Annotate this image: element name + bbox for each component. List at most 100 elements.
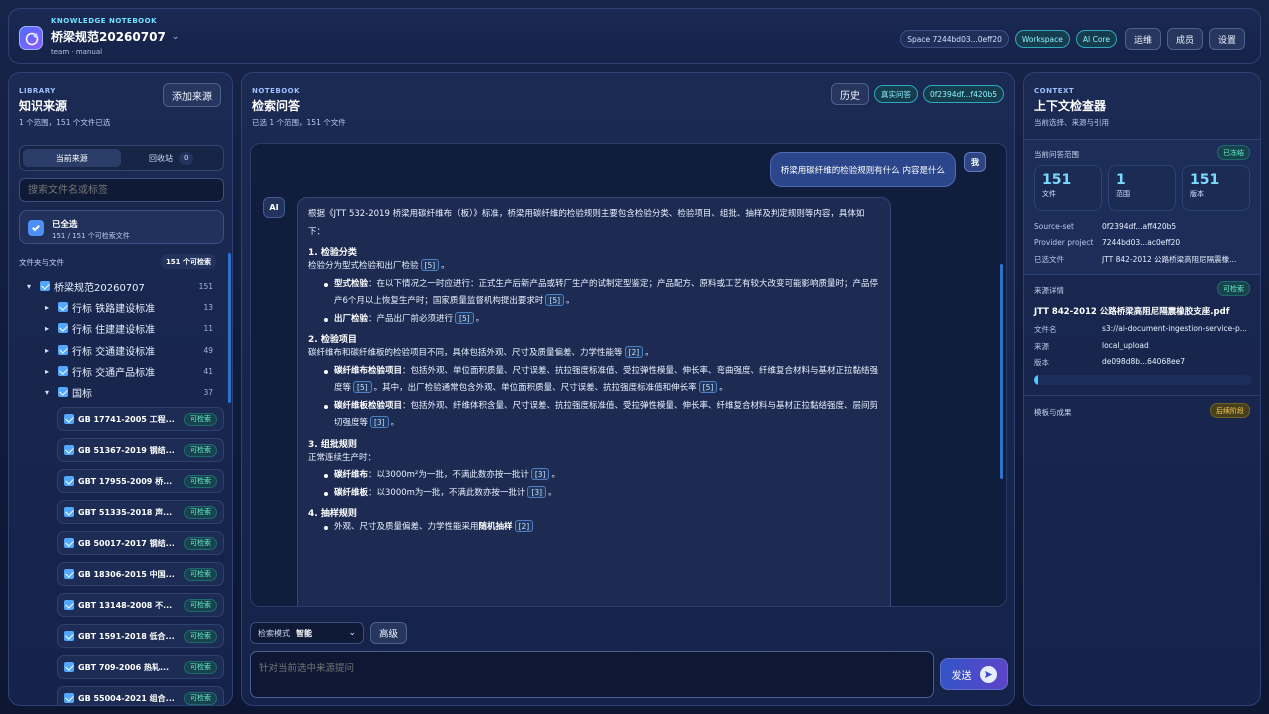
tree-root-folder[interactable]: ▾ 桥梁规范20260707 151 xyxy=(27,277,213,295)
folder-checkbox[interactable] xyxy=(58,366,68,376)
citation-link[interactable]: [5] xyxy=(420,259,440,271)
question-input[interactable] xyxy=(250,651,934,698)
folder-section-label: 文件夹与文件 xyxy=(19,258,64,267)
orbit-icon xyxy=(25,32,39,46)
add-source-button[interactable]: 添加来源 xyxy=(163,83,221,107)
doc-item[interactable]: GBT 51335-2018 声... 可检索 xyxy=(57,500,224,524)
doc-checkbox[interactable] xyxy=(64,600,74,610)
notebook-title[interactable]: 桥梁规范20260707 xyxy=(51,28,166,45)
doc-item[interactable]: GB 51367-2019 钢结... 可检索 xyxy=(57,438,224,462)
doc-status-badge: 可检索 xyxy=(184,412,217,426)
doc-item[interactable]: GBT 17955-2009 桥... 可检索 xyxy=(57,469,224,493)
tree-folder-transport-build[interactable]: ▸ 行标 交通建设标准 49 xyxy=(45,341,213,359)
folder-count: 41 xyxy=(203,366,213,376)
citation-link[interactable]: [5] xyxy=(353,381,372,393)
doc-checkbox[interactable] xyxy=(64,569,74,579)
root-checkbox[interactable] xyxy=(40,281,50,291)
citation-link[interactable]: [3] xyxy=(527,485,547,498)
chat-area[interactable]: 桥梁用碳纤维的检验规则有什么 内容是什么 我 AI 根据《JTT 532-201… xyxy=(250,143,1007,607)
doc-item[interactable]: GB 55004-2021 组合... 可检索 xyxy=(57,686,224,705)
select-all-checkbox[interactable] xyxy=(28,220,44,236)
advanced-button[interactable]: 高级 xyxy=(370,622,408,644)
doc-checkbox[interactable] xyxy=(64,538,74,548)
doc-item[interactable]: GBT 1591-2018 低合... 可检索 xyxy=(57,624,224,648)
context-title: 上下文检查器 xyxy=(1034,99,1107,113)
citation-link[interactable]: [5] xyxy=(455,311,474,324)
tree-folder-railway[interactable]: ▸ 行标 铁路建设标准 13 xyxy=(45,298,213,316)
expand-down-icon[interactable]: ▾ xyxy=(45,388,53,397)
folder-count: 37 xyxy=(203,387,213,397)
select-all-card[interactable]: 已全选 151 / 151 个可检索文件 xyxy=(19,210,224,244)
folder-name: 国标 xyxy=(72,388,92,400)
stat-scope: 1 范围 xyxy=(1108,165,1176,211)
citation-link[interactable]: [3] xyxy=(530,468,550,480)
citation-link[interactable]: [2] xyxy=(624,346,644,358)
mode-select[interactable]: 检索模式 智能 ⌄ xyxy=(250,622,364,644)
tree-folder-transport-product[interactable]: ▸ 行标 交通产品标准 41 xyxy=(45,362,213,380)
kv-provider-project: Provider project 7244bd03...ac0eff20 xyxy=(1034,238,1181,247)
ai-core-pill[interactable]: AI Core xyxy=(1075,30,1117,48)
notebook-panel: NOTEBOOK 检索问答 已选 1 个范围，151 个文件 历史 真实问答 0… xyxy=(241,72,1015,706)
citation-link[interactable]: [5] xyxy=(545,294,565,306)
answer-text: 正常连续生产时： xyxy=(308,452,377,463)
expand-right-icon[interactable]: ▸ xyxy=(45,367,53,376)
stat-versions: 151 版本 xyxy=(1182,165,1250,211)
tree-folder-housing[interactable]: ▸ 行标 住建建设标准 11 xyxy=(45,319,213,337)
doc-checkbox[interactable] xyxy=(64,662,74,672)
doc-item[interactable]: GB 17741-2005 工程... 可检索 xyxy=(57,407,224,431)
tree-folder-national[interactable]: ▾ 国标 37 xyxy=(45,383,213,401)
select-all-title: 已全选 xyxy=(52,220,78,230)
chat-scrollbar[interactable] xyxy=(1000,264,1003,479)
members-button[interactable]: 成员 xyxy=(1166,28,1203,50)
root-folder-name: 桥梁规范20260707 xyxy=(54,282,145,294)
settings-button[interactable]: 设置 xyxy=(1208,28,1245,50)
doc-checkbox[interactable] xyxy=(64,445,74,455)
citation-link[interactable]: [5] xyxy=(698,381,718,393)
tree-scrollbar[interactable] xyxy=(228,253,231,403)
doc-item[interactable]: GBT 13148-2008 不... 可检索 xyxy=(57,593,224,617)
expand-right-icon[interactable]: ▸ xyxy=(45,346,53,355)
top-header: KNOWLEDGE NOTEBOOK 桥梁规范20260707 ⌄ team ·… xyxy=(8,8,1261,64)
ai-avatar: AI xyxy=(263,197,285,218)
history-button[interactable]: 历史 xyxy=(831,83,869,105)
expand-right-icon[interactable]: ▸ xyxy=(45,324,53,333)
expand-down-icon[interactable]: ▾ xyxy=(27,282,35,291)
answer-text: 。其中，出厂检验通常包含外观、单位面积质量、尺寸误差、抗拉强度标准值和伸长率 xyxy=(373,383,697,393)
send-button[interactable]: 发送 xyxy=(940,658,1008,690)
folder-checkbox[interactable] xyxy=(58,302,68,312)
kv-file-name: 文件名 s3://ai-document-ingestion-service-p.… xyxy=(1034,324,1247,334)
doc-checkbox[interactable] xyxy=(64,507,74,517)
expand-right-icon[interactable]: ▸ xyxy=(45,303,53,312)
doc-checkbox[interactable] xyxy=(64,693,74,703)
tab-recycle-bin[interactable]: 回收站 0 xyxy=(123,149,221,167)
folder-checkbox[interactable] xyxy=(58,387,68,397)
answer-text: 碳纤维布和碳纤维板的检验项目不同，具体包括外观、尺寸及质量偏差、力学性能等 xyxy=(308,348,623,358)
answer-intro: 根据《JTT 532-2019 桥梁用碳纤维布（板）》标准，桥梁用碳纤维的检验规… xyxy=(308,209,865,237)
workspace-pill[interactable]: Workspace xyxy=(1014,30,1070,48)
answer-section-title: 2. 检验项目 xyxy=(308,335,357,345)
notebook-logo-icon[interactable] xyxy=(19,26,43,50)
doc-status-badge: 可检索 xyxy=(184,474,217,488)
answer-section-title: 4. 抽样规则 xyxy=(308,509,357,519)
doc-item[interactable]: GB 18306-2015 中国... 可检索 xyxy=(57,562,224,586)
doc-checkbox[interactable] xyxy=(64,476,74,486)
doc-checkbox[interactable] xyxy=(64,414,74,424)
answer-bullet-label: 碳纤维布检验项目 xyxy=(334,365,403,376)
doc-item[interactable]: GBT 709-2006 热轧... 可检索 xyxy=(57,655,224,679)
ops-button[interactable]: 运维 xyxy=(1124,28,1161,50)
folder-name: 行标 住建建设标准 xyxy=(72,324,156,336)
doc-item[interactable]: GB 50017-2017 钢结... 可检索 xyxy=(57,531,224,555)
scope-label: 当前问答范围 xyxy=(1034,150,1079,159)
source-status-badge: 可检索 xyxy=(1217,281,1250,296)
chevron-down-icon[interactable]: ⌄ xyxy=(172,32,180,42)
kv-origin: 来源 local_upload xyxy=(1034,341,1149,351)
source-search-input[interactable] xyxy=(19,178,224,202)
folder-checkbox[interactable] xyxy=(58,345,68,355)
notebook-subtitle: 已选 1 个范围，151 个文件 xyxy=(252,118,346,127)
folder-checkbox[interactable] xyxy=(58,323,68,333)
doc-checkbox[interactable] xyxy=(64,631,74,641)
citation-link[interactable]: [3] xyxy=(370,416,389,428)
tab-current-sources[interactable]: 当前来源 xyxy=(23,149,121,167)
doc-title: GBT 13148-2008 不... xyxy=(78,600,173,610)
citation-link[interactable]: [2] xyxy=(514,520,534,532)
